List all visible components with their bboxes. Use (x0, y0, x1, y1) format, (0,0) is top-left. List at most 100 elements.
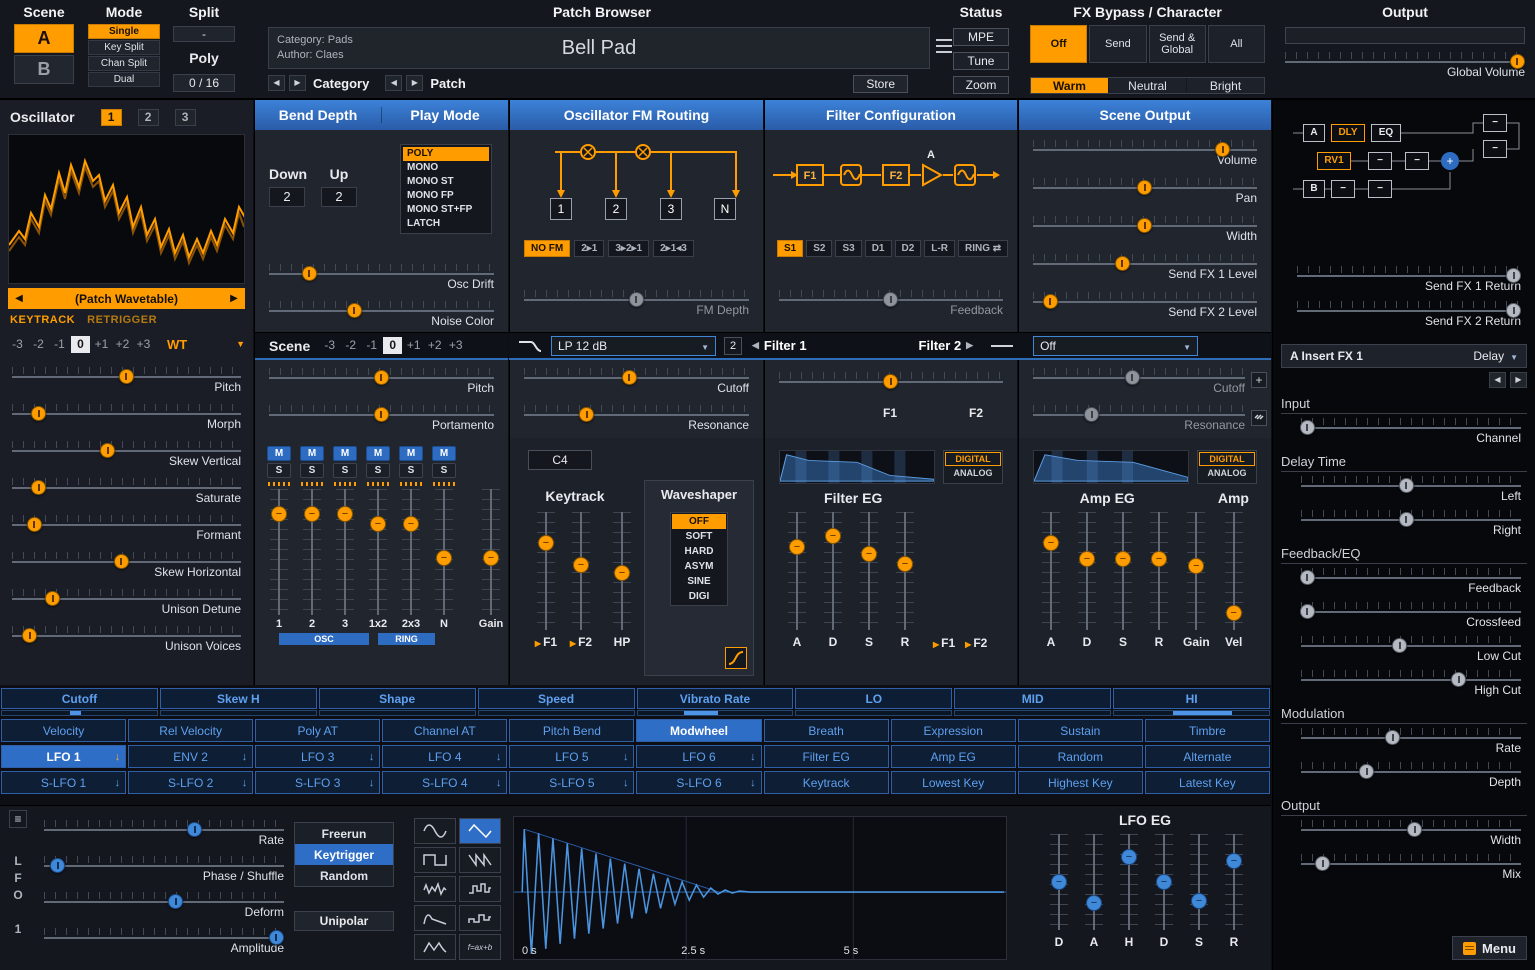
eg-mode-analog[interactable]: ANALOG (1199, 466, 1255, 480)
lfo-shape-sample-hold-icon[interactable] (459, 876, 501, 902)
slider-handle[interactable] (119, 369, 134, 384)
patch-prev-button[interactable] (385, 75, 402, 91)
slider-handle[interactable] (1137, 180, 1152, 195)
link-resonance-icon[interactable] (1251, 410, 1267, 426)
octave-cell[interactable]: 0 (383, 337, 402, 354)
mod-target[interactable]: Cutoff (1, 688, 158, 716)
param-slider[interactable]: Send FX 1 Return (1297, 262, 1521, 297)
insert-type-dropdown[interactable]: Delay (1473, 349, 1518, 363)
eg-slider[interactable]: R (1222, 834, 1246, 949)
slider-handle[interactable] (573, 557, 589, 573)
solo-button[interactable]: S (300, 463, 324, 478)
param-slider[interactable]: Resonance (524, 401, 749, 438)
mixer-level-slider[interactable] (399, 489, 423, 615)
slider-handle[interactable] (31, 406, 46, 421)
param-slider[interactable]: Unison Voices (12, 622, 241, 659)
unipolar-button[interactable]: Unipolar (294, 911, 394, 931)
mod-source[interactable]: Alternate (1145, 745, 1270, 768)
wavetable-prev-icon[interactable] (8, 293, 30, 304)
eg-slider[interactable]: A (1082, 834, 1106, 949)
eg-slider[interactable]: Gain (1183, 512, 1210, 649)
dropdown-arrow-icon[interactable]: ↓ (115, 777, 121, 789)
character-option[interactable]: Warm (1031, 78, 1108, 93)
fx-node-delay[interactable]: DLY (1331, 124, 1365, 142)
mod-source[interactable]: S-LFO 6↓ (636, 771, 761, 794)
octave-cell[interactable]: -3 (8, 336, 27, 353)
param-slider[interactable]: Noise Color (269, 297, 494, 334)
slider-handle[interactable] (1125, 370, 1140, 385)
lfo-shape-sine-icon[interactable] (414, 818, 456, 844)
patch-next-button[interactable] (406, 75, 423, 91)
slider-handle[interactable] (1043, 294, 1058, 309)
bend-down-value[interactable]: 2 (269, 187, 305, 207)
slider-handle[interactable] (50, 858, 65, 873)
eg-slider[interactable]: S (857, 512, 881, 649)
slider-handle[interactable] (45, 591, 60, 606)
lfo-shape-mseg-icon[interactable] (414, 934, 456, 960)
dropdown-arrow-icon[interactable]: ↓ (115, 751, 121, 763)
add-filter-button[interactable]: + (1251, 372, 1267, 388)
slider-handle[interactable] (31, 480, 46, 495)
scene-b-button[interactable]: B (14, 55, 74, 84)
fm-route-option[interactable]: 2▸1 (574, 240, 604, 257)
mod-source[interactable]: S-LFO 2↓ (128, 771, 253, 794)
mod-target[interactable]: MID (954, 688, 1111, 716)
filter-balance-slider[interactable] (779, 368, 1003, 405)
slider-handle[interactable] (100, 443, 115, 458)
mixer-level-slider[interactable] (267, 489, 291, 615)
eg-slider[interactable]: R (893, 512, 917, 649)
play-mode-option[interactable]: MONO (403, 161, 489, 175)
mod-target[interactable]: Speed (478, 688, 635, 716)
eg-slider[interactable]: D (1047, 834, 1071, 949)
param-slider[interactable]: Amplitude (44, 924, 284, 960)
slider-handle[interactable] (187, 822, 202, 837)
eg-slider[interactable]: A (785, 512, 809, 649)
mod-source[interactable]: Breath (764, 719, 889, 742)
slider-handle[interactable] (579, 407, 594, 422)
mute-button[interactable]: M (366, 446, 390, 461)
waveshaper-option[interactable]: DIGI (672, 589, 726, 604)
mod-source[interactable]: LFO 4↓ (382, 745, 507, 768)
mod-source[interactable]: S-LFO 3↓ (255, 771, 380, 794)
lfo-shape-envelope-icon[interactable] (414, 905, 456, 931)
slider-handle[interactable] (1156, 874, 1172, 890)
param-slider[interactable]: Portamento (269, 401, 494, 438)
eg-target-button[interactable]: F2 (965, 636, 987, 650)
fx-node-eq[interactable]: EQ (1371, 124, 1401, 142)
patch-display[interactable]: Category: Pads Author: Claes Bell Pad (268, 27, 930, 69)
filter-routing-option[interactable]: L-R (924, 240, 955, 257)
mod-target-label[interactable]: Shape (319, 688, 476, 709)
slider-handle[interactable] (897, 556, 913, 572)
filter1-subtype-button[interactable]: 2 (724, 337, 742, 355)
mod-target-label[interactable]: Vibrato Rate (637, 688, 794, 709)
filter-routing-option[interactable]: RING ⇄ (958, 240, 1008, 257)
dropdown-arrow-icon[interactable]: ↓ (623, 751, 629, 763)
mod-target[interactable]: HI (1113, 688, 1270, 716)
patch-name[interactable]: Bell Pad (419, 37, 779, 60)
highpass-slider[interactable]: HP (610, 512, 634, 649)
mod-source[interactable]: LFO 5↓ (509, 745, 634, 768)
param-slider[interactable]: Channel (1301, 414, 1521, 448)
octave-cell[interactable]: +2 (113, 336, 132, 353)
mod-source[interactable]: Modwheel (636, 719, 761, 742)
poly-count[interactable]: 0 / 16 (173, 74, 235, 92)
octave-cell[interactable]: +3 (134, 336, 153, 353)
fx-node-empty[interactable] (1483, 140, 1507, 158)
slider-handle[interactable] (1121, 849, 1137, 865)
eg-slider[interactable]: S (1187, 834, 1211, 949)
filter1-type-dropdown[interactable]: LP 12 dB (551, 336, 716, 356)
fx-node-sum-icon[interactable] (1441, 152, 1459, 170)
waveshaper-option[interactable]: HARD (672, 544, 726, 559)
eg-slider[interactable]: D (1075, 512, 1099, 649)
mod-source[interactable]: S-LFO 1↓ (1, 771, 126, 794)
param-slider[interactable]: Formant (12, 511, 241, 548)
mod-target-label[interactable]: MID (954, 688, 1111, 709)
param-slider[interactable]: Pitch (269, 364, 494, 401)
filter-routing-option[interactable]: D2 (895, 240, 922, 257)
mixer-level-slider[interactable] (300, 489, 324, 615)
param-slider[interactable]: Send FX 2 Return (1297, 297, 1521, 332)
eg-target-button[interactable]: F1 (933, 636, 955, 650)
play-mode-option[interactable]: MONO ST+FP (403, 203, 489, 217)
play-mode-option[interactable]: MONO FP (403, 189, 489, 203)
param-slider[interactable]: Cutoff (524, 364, 749, 401)
